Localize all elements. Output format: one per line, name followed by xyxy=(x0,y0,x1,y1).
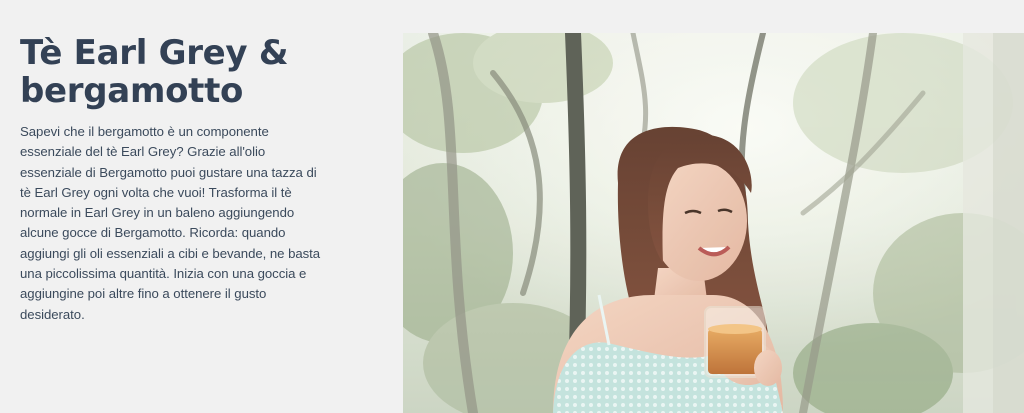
woman-drinking-tea-photo xyxy=(403,33,1024,413)
text-column: Tè Earl Grey & bergamotto Sapevi che il … xyxy=(20,34,325,325)
section-body: Sapevi che il bergamotto è un componente… xyxy=(20,124,321,322)
section-title: Tè Earl Grey & bergamotto xyxy=(20,33,289,111)
